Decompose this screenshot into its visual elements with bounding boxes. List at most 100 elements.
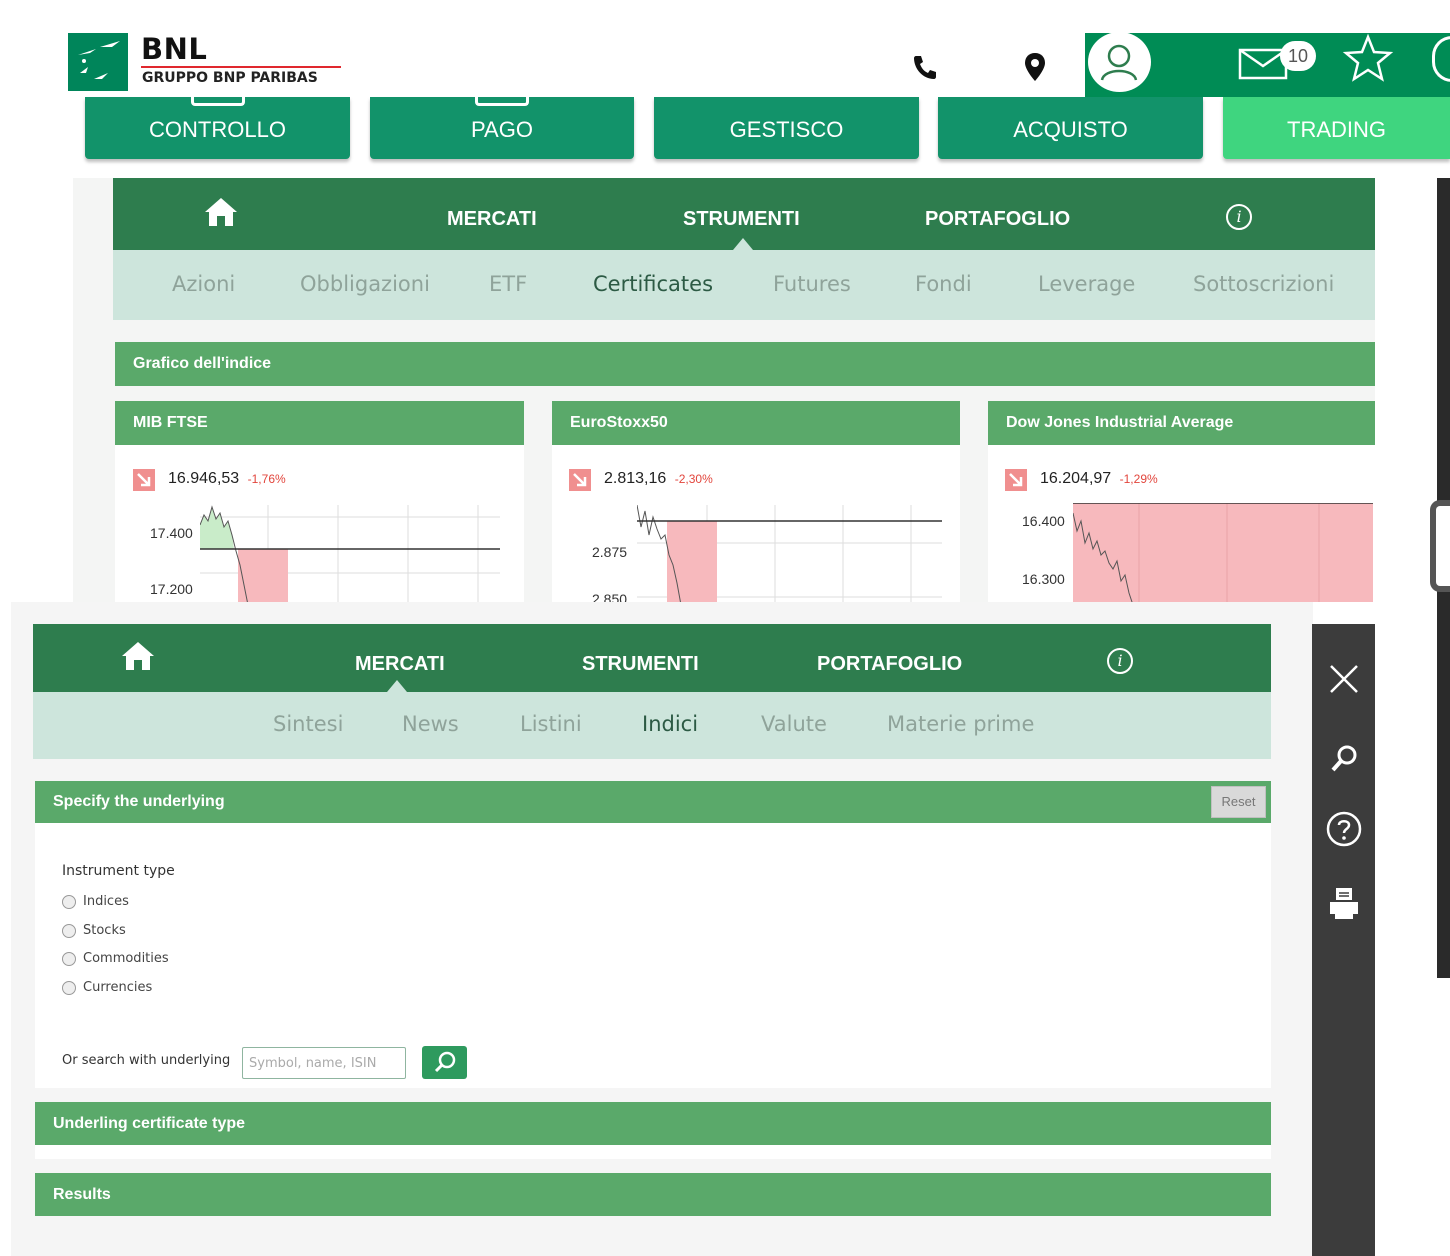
user-icon[interactable]	[1088, 32, 1151, 92]
nav-strumenti[interactable]: STRUMENTI	[582, 653, 699, 676]
subnav-indici[interactable]: Indici	[642, 712, 698, 736]
active-caret	[733, 238, 753, 250]
low-subnav: Sintesi News Listini Indici Valute Mater…	[33, 692, 1271, 759]
print-icon[interactable]	[1312, 878, 1375, 928]
tab-label: ACQUISTO	[1013, 117, 1128, 142]
tool-sidebar	[1312, 624, 1375, 1256]
tab-acquisto[interactable]: ACQUISTO	[938, 97, 1203, 159]
results-header[interactable]: Results	[35, 1173, 1271, 1216]
index-quote: 2.813,16 -2,30%	[604, 470, 713, 488]
index-quote: 16.204,97 -1,29%	[1040, 470, 1158, 488]
location-pin-icon[interactable]	[1024, 52, 1046, 87]
search-icon	[434, 1051, 456, 1073]
nav-strumenti[interactable]: STRUMENTI	[683, 208, 800, 231]
help-icon[interactable]	[1312, 804, 1375, 854]
subnav-sintesi[interactable]: Sintesi	[273, 712, 343, 736]
subnav-materie-prime[interactable]: Materie prime	[887, 712, 1034, 736]
subnav-certificates[interactable]: Certificates	[593, 272, 713, 296]
specify-header: Specify the underlying	[35, 781, 1271, 823]
nav-portafoglio[interactable]: PORTAFOGLIO	[925, 208, 1070, 231]
index-card: 2.813,16 -2,30% 2.875 2.850	[552, 445, 960, 602]
brand-name: BNL	[141, 32, 208, 66]
index-change: -1,29%	[1119, 472, 1158, 486]
radio-indices[interactable]: Indices	[62, 894, 129, 909]
subnav-leverage[interactable]: Leverage	[1038, 272, 1135, 296]
active-caret	[387, 680, 407, 692]
subnav-fondi[interactable]: Fondi	[915, 272, 972, 296]
certificates-panel: MERCATI STRUMENTI PORTAFOGLIO i Azioni O…	[73, 178, 1375, 602]
home-icon[interactable]	[120, 640, 156, 677]
star-icon[interactable]	[1342, 33, 1394, 90]
search-underlying-label: Or search with underlying	[62, 1053, 231, 1068]
tab-controllo[interactable]: CONTROLLO	[85, 95, 350, 159]
radio-button[interactable]	[62, 980, 76, 995]
side-handle[interactable]	[1430, 500, 1450, 592]
index-quote: 16.946,53 -1,76%	[168, 470, 286, 488]
subnav-futures[interactable]: Futures	[773, 272, 851, 296]
tab-label: GESTISCO	[729, 117, 844, 142]
y-tick: 16.400	[1022, 513, 1065, 529]
underlying-search-input[interactable]: Symbol, name, ISIN	[242, 1047, 406, 1079]
subnav-news[interactable]: News	[402, 712, 459, 736]
nav-mercati[interactable]: MERCATI	[355, 653, 445, 676]
search-icon[interactable]	[1312, 734, 1375, 784]
specify-form	[35, 823, 1271, 1088]
radio-label: Indices	[83, 894, 129, 909]
index-change: -1,76%	[247, 472, 286, 486]
subnav-etf[interactable]: ETF	[489, 272, 527, 296]
radio-label: Currencies	[83, 980, 153, 995]
y-tick: 2.850	[592, 591, 628, 602]
index-sparkline	[200, 505, 500, 602]
radio-commodities[interactable]: Commodities	[62, 951, 169, 966]
tab-trading[interactable]: TRADING	[1223, 97, 1450, 159]
index-value: 16.204,97	[1040, 470, 1112, 487]
info-icon[interactable]: i	[1226, 204, 1252, 230]
phone-icon[interactable]	[910, 52, 940, 87]
index-card-title: MIB FTSE	[133, 414, 208, 431]
index-chart-header: Grafico dell'indice	[115, 342, 1375, 386]
nav-mercati[interactable]: MERCATI	[447, 208, 537, 231]
tab-gestisco[interactable]: GESTISCO	[654, 97, 919, 159]
underlying-type-header[interactable]: Underling certificate type	[35, 1102, 1271, 1145]
tab-pago[interactable]: PAGO	[370, 95, 634, 159]
radio-button[interactable]	[62, 894, 76, 909]
tab-icon	[190, 95, 245, 106]
notification-badge: 10	[1280, 41, 1316, 71]
y-tick: 17.400	[150, 525, 193, 541]
index-chart-title: Grafico dell'indice	[133, 355, 272, 372]
index-card-header: EuroStoxx50	[552, 401, 960, 445]
index-value: 2.813,16	[604, 470, 667, 487]
subnav-azioni[interactable]: Azioni	[172, 272, 235, 296]
specify-title: Specify the underlying	[53, 793, 225, 810]
info-icon[interactable]: i	[1107, 648, 1133, 674]
subnav-sottoscrizioni[interactable]: Sottoscrizioni	[1193, 272, 1334, 296]
nav-portafoglio[interactable]: PORTAFOGLIO	[817, 653, 962, 676]
home-icon[interactable]	[203, 196, 239, 233]
y-tick: 2.875	[592, 544, 628, 560]
brand-subtitle: GRUPPO BNP PARIBAS	[142, 70, 318, 86]
index-sparkline	[1073, 503, 1373, 602]
tab-icon	[475, 95, 529, 106]
tab-label: CONTROLLO	[149, 117, 286, 142]
brand-rule	[141, 66, 341, 68]
reset-button[interactable]: Reset	[1211, 786, 1266, 818]
y-tick: 16.300	[1022, 571, 1065, 587]
top-subnav: Azioni Obbligazioni ETF Certificates Fut…	[113, 250, 1375, 320]
index-card-title: Dow Jones Industrial Average	[1006, 414, 1234, 431]
radio-currencies[interactable]: Currencies	[62, 980, 152, 995]
index-card: 16.204,97 -1,29% 16.400 16.300	[988, 445, 1375, 602]
bnl-logo[interactable]	[68, 33, 128, 91]
subnav-obbligazioni[interactable]: Obbligazioni	[300, 272, 430, 296]
radio-stocks[interactable]: Stocks	[62, 923, 126, 938]
radio-button[interactable]	[62, 923, 76, 938]
subnav-valute[interactable]: Valute	[761, 712, 827, 736]
close-icon[interactable]	[1312, 654, 1375, 704]
index-sparkline	[637, 505, 942, 602]
index-card-header: MIB FTSE	[115, 401, 524, 445]
stars-logo-icon	[78, 41, 120, 79]
subnav-listini[interactable]: Listini	[520, 712, 582, 736]
tab-label: PAGO	[471, 117, 533, 142]
radio-button[interactable]	[62, 951, 76, 966]
search-button[interactable]	[422, 1046, 467, 1079]
radio-label: Stocks	[83, 923, 126, 938]
